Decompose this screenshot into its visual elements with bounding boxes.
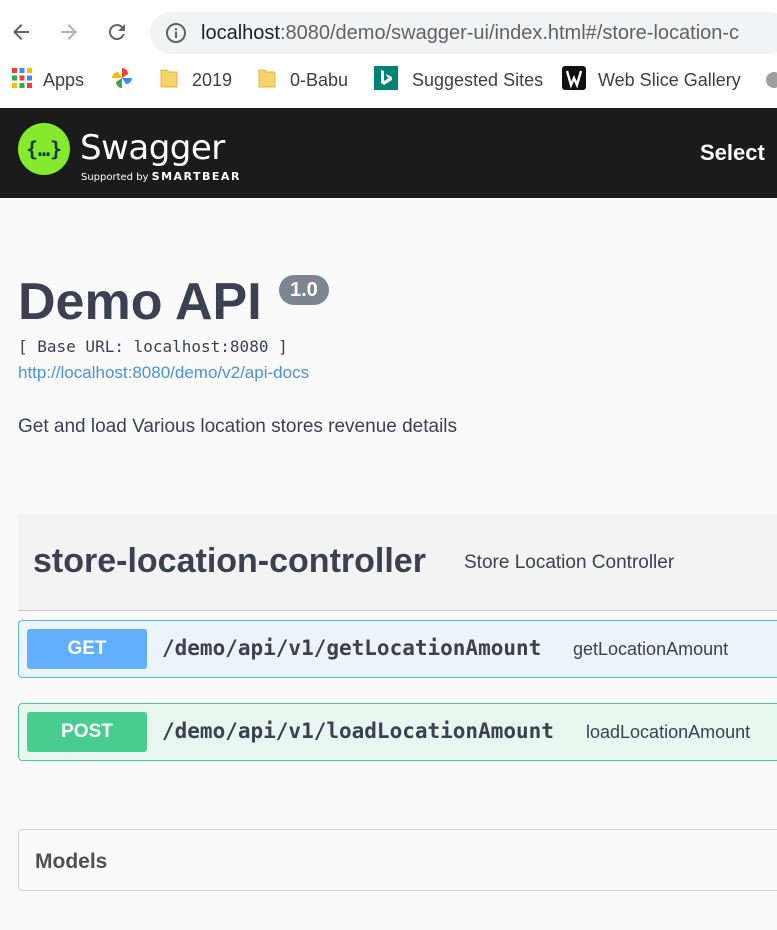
bookmark-folder-2019[interactable]: 2019 bbox=[160, 64, 232, 96]
pinwheel-icon bbox=[111, 67, 133, 94]
api-title: Demo API bbox=[18, 273, 262, 331]
operation-summary: getLocationAmount bbox=[573, 639, 729, 659]
method-badge-post: POST bbox=[27, 712, 147, 752]
tag-name: store-location-controller bbox=[33, 542, 426, 580]
info-icon[interactable] bbox=[164, 21, 188, 45]
bookmark-label: 0-Babu bbox=[290, 69, 349, 90]
bookmark-pinwheel[interactable] bbox=[111, 64, 143, 96]
version-badge: 1.0 bbox=[279, 275, 329, 305]
logo-sub-prefix: Supported by bbox=[81, 172, 149, 183]
operation-summary: loadLocationAmount bbox=[586, 722, 751, 742]
method-badge-get: GET bbox=[27, 629, 147, 669]
reload-icon[interactable] bbox=[103, 18, 131, 46]
operation-path: /demo/api/v1/getLocationAmount bbox=[162, 636, 542, 660]
folder-icon bbox=[160, 67, 178, 94]
url-host: localhost bbox=[201, 22, 280, 44]
bookmark-suggested-sites[interactable]: Suggested Sites bbox=[374, 64, 543, 96]
back-arrow-icon[interactable] bbox=[7, 18, 35, 46]
folder-icon bbox=[258, 67, 276, 94]
models-title: Models bbox=[35, 850, 108, 873]
apple-icon bbox=[764, 67, 777, 94]
url-rest: :8080/demo/swagger-ui/index.html#/store-… bbox=[279, 22, 740, 44]
models-section[interactable]: Models bbox=[18, 829, 777, 891]
bookmark-label: Apps bbox=[43, 69, 85, 90]
swagger-logo-icon[interactable]: {…} bbox=[18, 123, 70, 175]
forward-arrow-icon[interactable] bbox=[55, 18, 83, 46]
tag-description: Store Location Controller bbox=[464, 552, 675, 573]
tag-section-header[interactable]: store-location-controller Store Location… bbox=[18, 514, 777, 611]
base-url: [ Base URL: localhost:8080 ] bbox=[18, 337, 288, 356]
address-bar[interactable]: localhost:8080/demo/swagger-ui/index.htm… bbox=[150, 12, 777, 54]
web-slice-icon bbox=[562, 65, 586, 95]
bookmark-apps[interactable]: Apps bbox=[11, 64, 84, 96]
apps-grid-icon bbox=[11, 67, 33, 94]
logo-subtitle: Supported by SMARTBEAR bbox=[81, 170, 241, 183]
bookmark-label: Suggested Sites bbox=[412, 69, 544, 90]
bookmark-apple[interactable] bbox=[764, 64, 777, 96]
operation-get-location-amount[interactable]: GET /demo/api/v1/getLocationAmount getLo… bbox=[18, 620, 777, 678]
swagger-topbar: {…} Swagger Supported by SMARTBEAR Selec… bbox=[0, 108, 777, 198]
bookmark-folder-0-babu[interactable]: 0-Babu bbox=[258, 64, 348, 96]
swagger-logo-text[interactable]: Swagger bbox=[80, 128, 225, 168]
operation-path: /demo/api/v1/loadLocationAmount bbox=[162, 719, 554, 743]
select-definition-label[interactable]: Select bbox=[700, 140, 765, 166]
bookmark-web-slice-gallery[interactable]: Web Slice Gallery bbox=[562, 64, 741, 96]
api-description: Get and load Various location stores rev… bbox=[18, 416, 458, 437]
browser-toolbar: localhost:8080/demo/swagger-ui/index.htm… bbox=[0, 0, 777, 108]
bookmark-label: Web Slice Gallery bbox=[598, 69, 741, 90]
operation-load-location-amount[interactable]: POST /demo/api/v1/loadLocationAmount loa… bbox=[18, 703, 777, 761]
bing-icon bbox=[374, 65, 398, 95]
logo-sub-brand: SMARTBEAR bbox=[151, 170, 241, 183]
bookmarks-bar: Apps 2019 0-Babu Suggested Sites Web Sli… bbox=[0, 64, 777, 96]
api-docs-link[interactable]: http://localhost:8080/demo/v2/api-docs bbox=[18, 363, 309, 383]
url-text[interactable]: localhost:8080/demo/swagger-ui/index.htm… bbox=[201, 22, 739, 45]
bookmark-label: 2019 bbox=[192, 69, 233, 90]
